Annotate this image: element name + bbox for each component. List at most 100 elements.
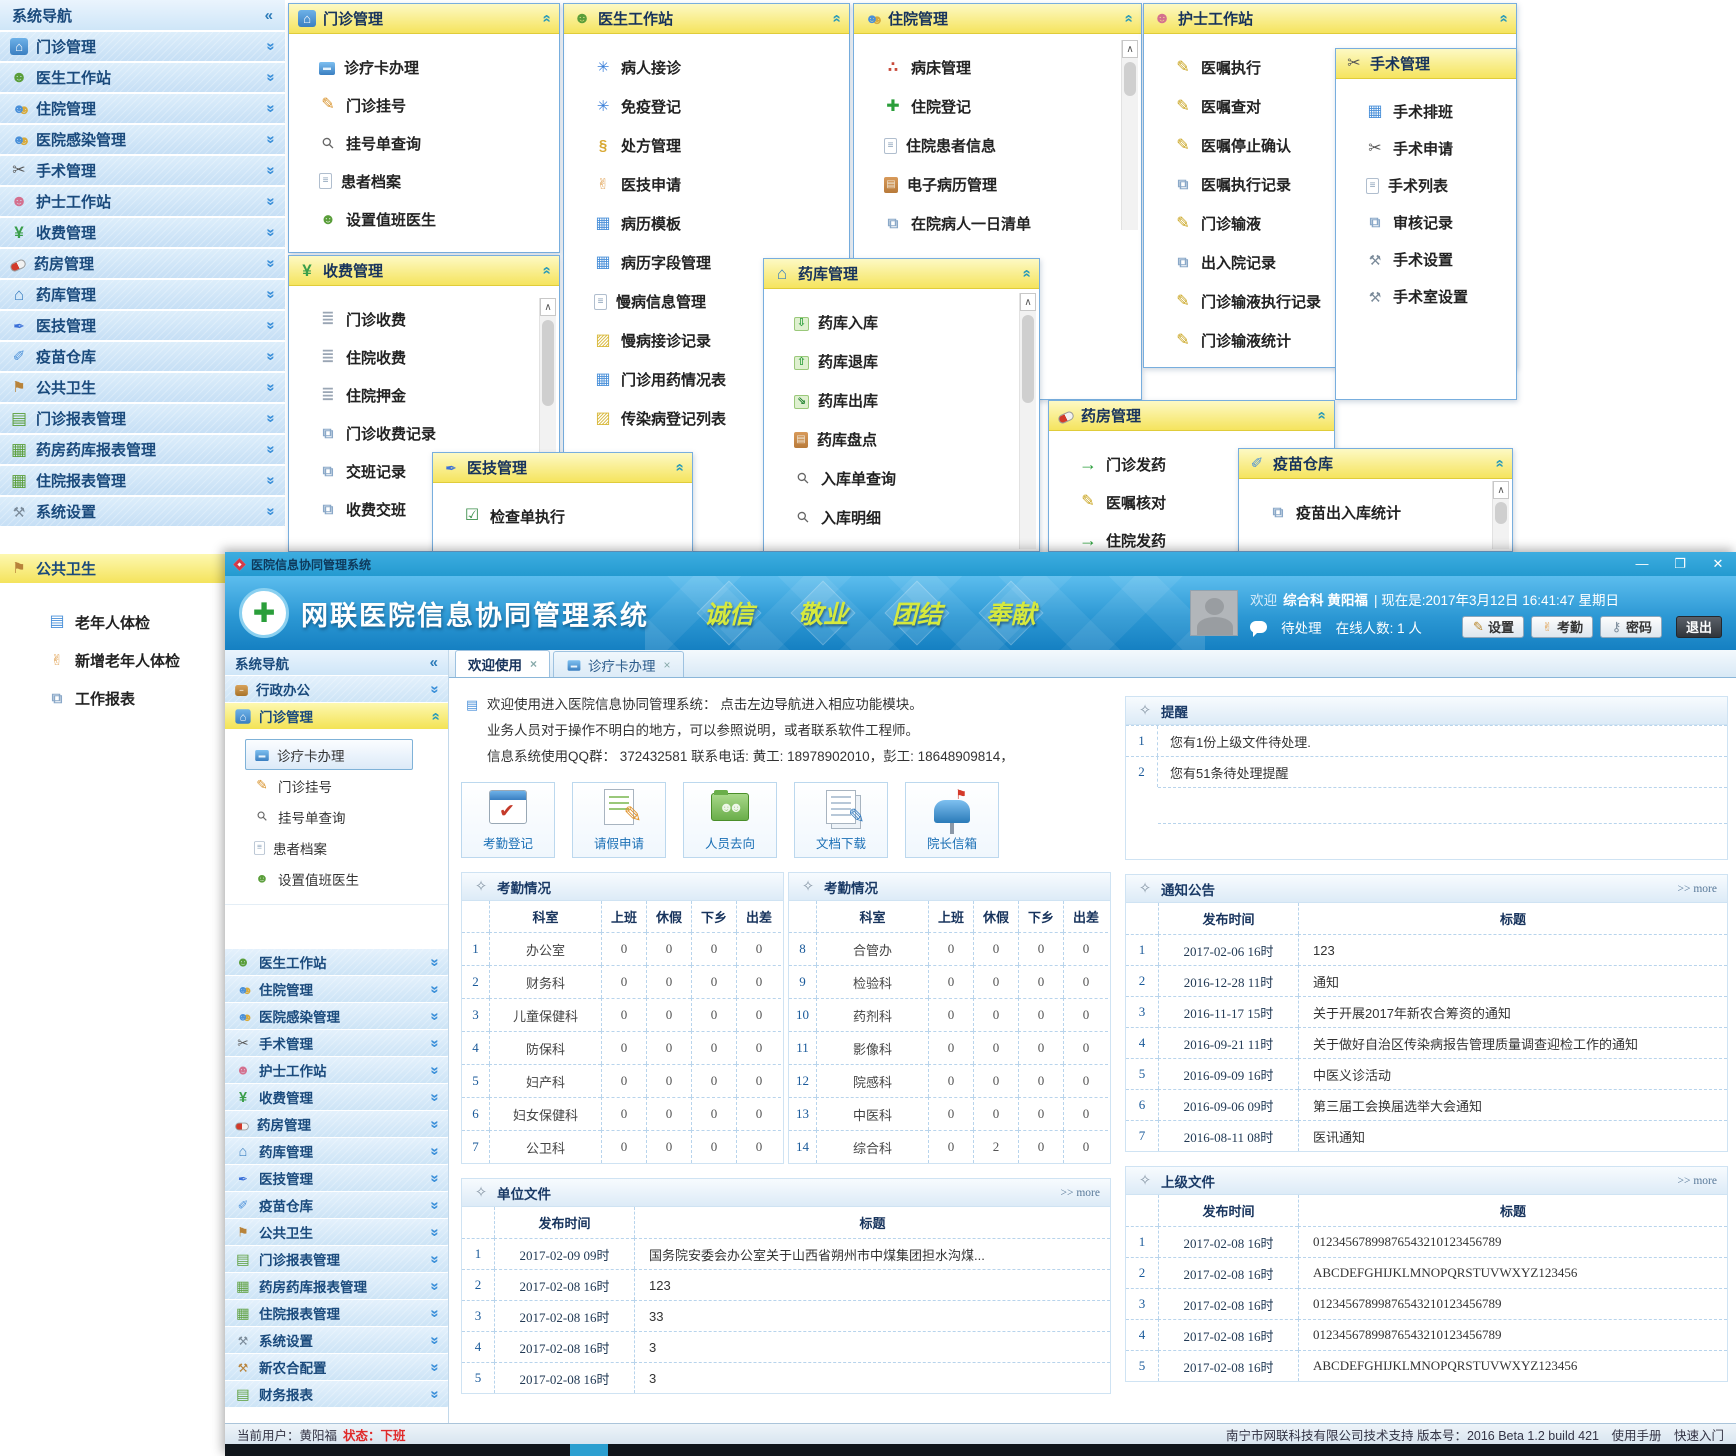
nav-item[interactable]: 医生工作站 »: [225, 949, 448, 976]
table-row[interactable]: 5 2017-02-08 16时 3: [462, 1362, 1110, 1393]
panel-header[interactable]: 医生工作站 »: [564, 4, 849, 34]
menu-item[interactable]: 在院病人一日清单: [884, 204, 1135, 243]
table-row[interactable]: 2 2016-12-28 11时 通知: [1126, 965, 1727, 996]
nav-item[interactable]: 系统设置 »: [225, 1327, 448, 1354]
sidebar-item[interactable]: 系统设置 »: [0, 497, 285, 528]
menu-item[interactable]: 手术申请: [1366, 130, 1510, 167]
window-titlebar[interactable]: 医院信息协同管理系统 — ❐ ✕: [225, 552, 1736, 576]
nav-item-outpatient-expanded[interactable]: 门诊管理 »: [225, 703, 448, 730]
panel-header[interactable]: 门诊管理 »: [289, 4, 559, 34]
scroll-up-icon[interactable]: ∧: [1493, 481, 1509, 499]
scroll-up-icon[interactable]: ∧: [1122, 40, 1138, 58]
nav-item[interactable]: 行政办公 »: [225, 676, 448, 703]
nav-item[interactable]: 药库管理 »: [225, 1138, 448, 1165]
sidebar-item[interactable]: 药房管理 »: [0, 249, 285, 280]
menu-item[interactable]: 电子病历管理: [884, 165, 1135, 204]
tab-close-icon[interactable]: ×: [664, 658, 671, 672]
shortcut-button[interactable]: 考勤登记: [461, 782, 555, 858]
chevron-up-icon[interactable]: »: [1119, 14, 1136, 22]
chevron-up-icon[interactable]: »: [537, 14, 554, 22]
sidebar-item[interactable]: 医院感染管理 »: [0, 125, 285, 156]
menu-item[interactable]: 审核记录: [1366, 204, 1510, 241]
shortcut-button[interactable]: 人员去向: [683, 782, 777, 858]
table-row[interactable]: 1 2017-02-06 16时 123: [1126, 934, 1727, 965]
menu-item[interactable]: 住院患者信息: [884, 126, 1135, 165]
nav-item[interactable]: 护士工作站 »: [225, 1057, 448, 1084]
table-row[interactable]: 3 2016-11-17 15时 关于开展2017年新农合筹资的通知: [1126, 996, 1727, 1027]
chevron-up-icon[interactable]: »: [1017, 269, 1034, 277]
header-button[interactable]: 设置: [1462, 616, 1524, 638]
scrollbar-thumb[interactable]: [1124, 62, 1136, 96]
sidebar-item[interactable]: 护士工作站 »: [0, 187, 285, 218]
menu-item[interactable]: 药库入库: [794, 303, 1033, 342]
menu-item[interactable]: 药库出库: [794, 381, 1033, 420]
tab-close-icon[interactable]: ×: [530, 657, 537, 671]
sidebar-item[interactable]: 药库管理 »: [0, 280, 285, 311]
table-row[interactable]: 1 2017-02-08 16时 01234567899876543210123…: [1126, 1226, 1727, 1257]
table-row[interactable]: 3 2017-02-08 16时 33: [462, 1300, 1110, 1331]
table-row[interactable]: 1 2017-02-09 09时 国务院安委会办公室关于山西省朔州市中煤集团担水…: [462, 1238, 1110, 1269]
nav-item[interactable]: 疫苗仓库 »: [225, 1192, 448, 1219]
table-row[interactable]: 5 2017-02-08 16时 ABCDEFGHIJKLMNOPQRSTUVW…: [1126, 1350, 1727, 1381]
scrollbar-thumb[interactable]: [1022, 315, 1034, 403]
reminder-row[interactable]: 2 您有51条待处理提醒: [1126, 756, 1727, 787]
menu-item[interactable]: 处方管理: [594, 126, 843, 165]
menu-item[interactable]: 药库盘点: [794, 420, 1033, 459]
scrollbar-thumb[interactable]: [1495, 502, 1507, 524]
menu-item[interactable]: 入库明细: [794, 498, 1033, 537]
panel-header[interactable]: 手术管理: [1336, 49, 1516, 79]
menu-item[interactable]: 手术排班: [1366, 93, 1510, 130]
collapse-icon[interactable]: «: [265, 7, 273, 24]
table-row[interactable]: 6 2016-09-06 09时 第三届工会换届选举大会通知: [1126, 1089, 1727, 1120]
menu-item[interactable]: 门诊收费: [319, 300, 553, 338]
nav-item[interactable]: 公共卫生 »: [225, 1219, 448, 1246]
sidebar-item[interactable]: 门诊报表管理 »: [0, 404, 285, 435]
chevron-up-icon[interactable]: »: [1494, 14, 1511, 22]
menu-item[interactable]: 诊疗卡办理: [319, 48, 553, 86]
close-button[interactable]: ✕: [1710, 556, 1726, 572]
sidebar-item[interactable]: 医生工作站 »: [0, 63, 285, 94]
chat-bubble-icon[interactable]: [1250, 621, 1267, 633]
nav-submenu-item[interactable]: 挂号单查询: [245, 801, 413, 832]
nav-item[interactable]: 住院管理 »: [225, 976, 448, 1003]
panel-header[interactable]: 药库管理 »: [764, 259, 1039, 289]
header-button[interactable]: 密码: [1600, 616, 1662, 638]
menu-item[interactable]: 病历模板: [594, 204, 843, 243]
sidebar-item[interactable]: 手术管理 »: [0, 156, 285, 187]
sidebar-item[interactable]: 门诊管理 »: [0, 32, 285, 63]
nav-submenu-item[interactable]: 诊疗卡办理: [245, 739, 413, 770]
logout-button[interactable]: 退出: [1676, 616, 1722, 638]
panel-header[interactable]: 住院管理 »: [854, 4, 1141, 34]
nav-submenu-item[interactable]: 门诊挂号: [245, 770, 413, 801]
menu-item[interactable]: 设置值班医生: [319, 200, 553, 238]
sidebar-item[interactable]: 住院管理 »: [0, 94, 285, 125]
shortcut-button[interactable]: 文档下载: [794, 782, 888, 858]
menu-item[interactable]: 疫苗出入库统计: [1269, 493, 1506, 531]
sidebar-item[interactable]: 住院报表管理 »: [0, 466, 285, 497]
nav-submenu-item[interactable]: 患者档案: [245, 832, 413, 863]
nav-item[interactable]: 药房管理 »: [225, 1111, 448, 1138]
minimize-button[interactable]: —: [1634, 556, 1650, 572]
scrollbar[interactable]: ∧: [1019, 293, 1036, 549]
sidebar-item[interactable]: 医技管理 »: [0, 311, 285, 342]
table-row[interactable]: 5 2016-09-09 16时 中医义诊活动: [1126, 1058, 1727, 1089]
nav-item[interactable]: 财务报表 »: [225, 1381, 448, 1408]
scrollbar[interactable]: ∧: [1492, 481, 1509, 549]
nav-item[interactable]: 医院感染管理 »: [225, 1003, 448, 1030]
panel-header[interactable]: 药房管理 »: [1049, 401, 1334, 431]
nav-item[interactable]: 药房药库报表管理 »: [225, 1273, 448, 1300]
table-row[interactable]: 7 2016-08-11 08时 医讯通知: [1126, 1120, 1727, 1151]
menu-item[interactable]: 检查单执行: [463, 497, 686, 535]
panel-header[interactable]: 收费管理 »: [289, 256, 559, 286]
nav-item[interactable]: 新农合配置 »: [225, 1354, 448, 1381]
menu-item[interactable]: 病床管理: [884, 48, 1135, 87]
menu-item[interactable]: 住院押金: [319, 376, 553, 414]
scroll-up-icon[interactable]: ∧: [1020, 293, 1036, 311]
scrollbar[interactable]: ∧: [1121, 40, 1138, 230]
nav-item[interactable]: 门诊报表管理 »: [225, 1246, 448, 1273]
menu-item[interactable]: 住院收费: [319, 338, 553, 376]
menu-item[interactable]: 免疫登记: [594, 87, 843, 126]
menu-item[interactable]: 门诊挂号: [319, 86, 553, 124]
menu-item[interactable]: 病人接诊: [594, 48, 843, 87]
menu-item[interactable]: 医技申请: [594, 165, 843, 204]
